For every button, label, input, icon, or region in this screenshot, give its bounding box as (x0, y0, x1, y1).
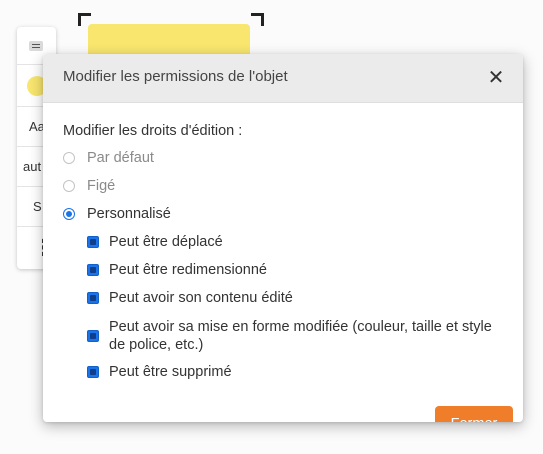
radio-locked[interactable]: Figé (63, 176, 115, 196)
dialog-header: Modifier les permissions de l'objet ✕ (43, 54, 523, 103)
close-button[interactable]: Fermer (435, 406, 513, 422)
checkbox-checked[interactable] (87, 264, 99, 276)
checkbox-deletable-label: Peut être supprimé (109, 364, 232, 380)
toolbar-style-label: S (33, 199, 42, 214)
checkbox-style-editable[interactable]: Peut avoir sa mise en forme modifiée (co… (87, 318, 509, 354)
radio-button-selected[interactable] (63, 208, 75, 220)
radio-button[interactable] (63, 152, 75, 164)
selection-corner-top-right (251, 13, 264, 26)
checkbox-resizable[interactable]: Peut être redimensionné (87, 261, 509, 279)
checkbox-movable-label: Peut être déplacé (109, 234, 223, 250)
checkbox-resizable-label: Peut être redimensionné (109, 262, 267, 278)
checkbox-movable[interactable]: Peut être déplacé (87, 233, 509, 251)
checkbox-checked[interactable] (87, 292, 99, 304)
align-icon (29, 40, 43, 51)
close-icon[interactable]: ✕ (486, 68, 506, 88)
checkbox-content-editable[interactable]: Peut avoir son contenu édité (87, 289, 509, 307)
checkbox-checked[interactable] (87, 366, 99, 378)
permissions-dialog: Modifier les permissions de l'objet ✕ Mo… (43, 54, 523, 422)
edit-rights-label: Modifier les droits d'édition : (63, 123, 243, 139)
checkbox-checked[interactable] (87, 236, 99, 248)
toolbar-size-label: aut (23, 159, 42, 174)
radio-default[interactable]: Par défaut (63, 148, 154, 168)
radio-custom-label: Personnalisé (87, 206, 171, 222)
radio-locked-label: Figé (87, 178, 116, 194)
radio-button[interactable] (63, 180, 75, 192)
radio-custom[interactable]: Personnalisé (63, 204, 171, 224)
checkbox-checked[interactable] (87, 330, 99, 342)
radio-default-label: Par défaut (87, 150, 154, 166)
checkbox-deletable[interactable]: Peut être supprimé (87, 363, 509, 381)
checkbox-style-editable-label: Peut avoir sa mise en forme modifiée (co… (109, 319, 492, 353)
dialog-title: Modifier les permissions de l'objet (63, 68, 288, 85)
checkbox-content-editable-label: Peut avoir son contenu édité (109, 290, 293, 306)
